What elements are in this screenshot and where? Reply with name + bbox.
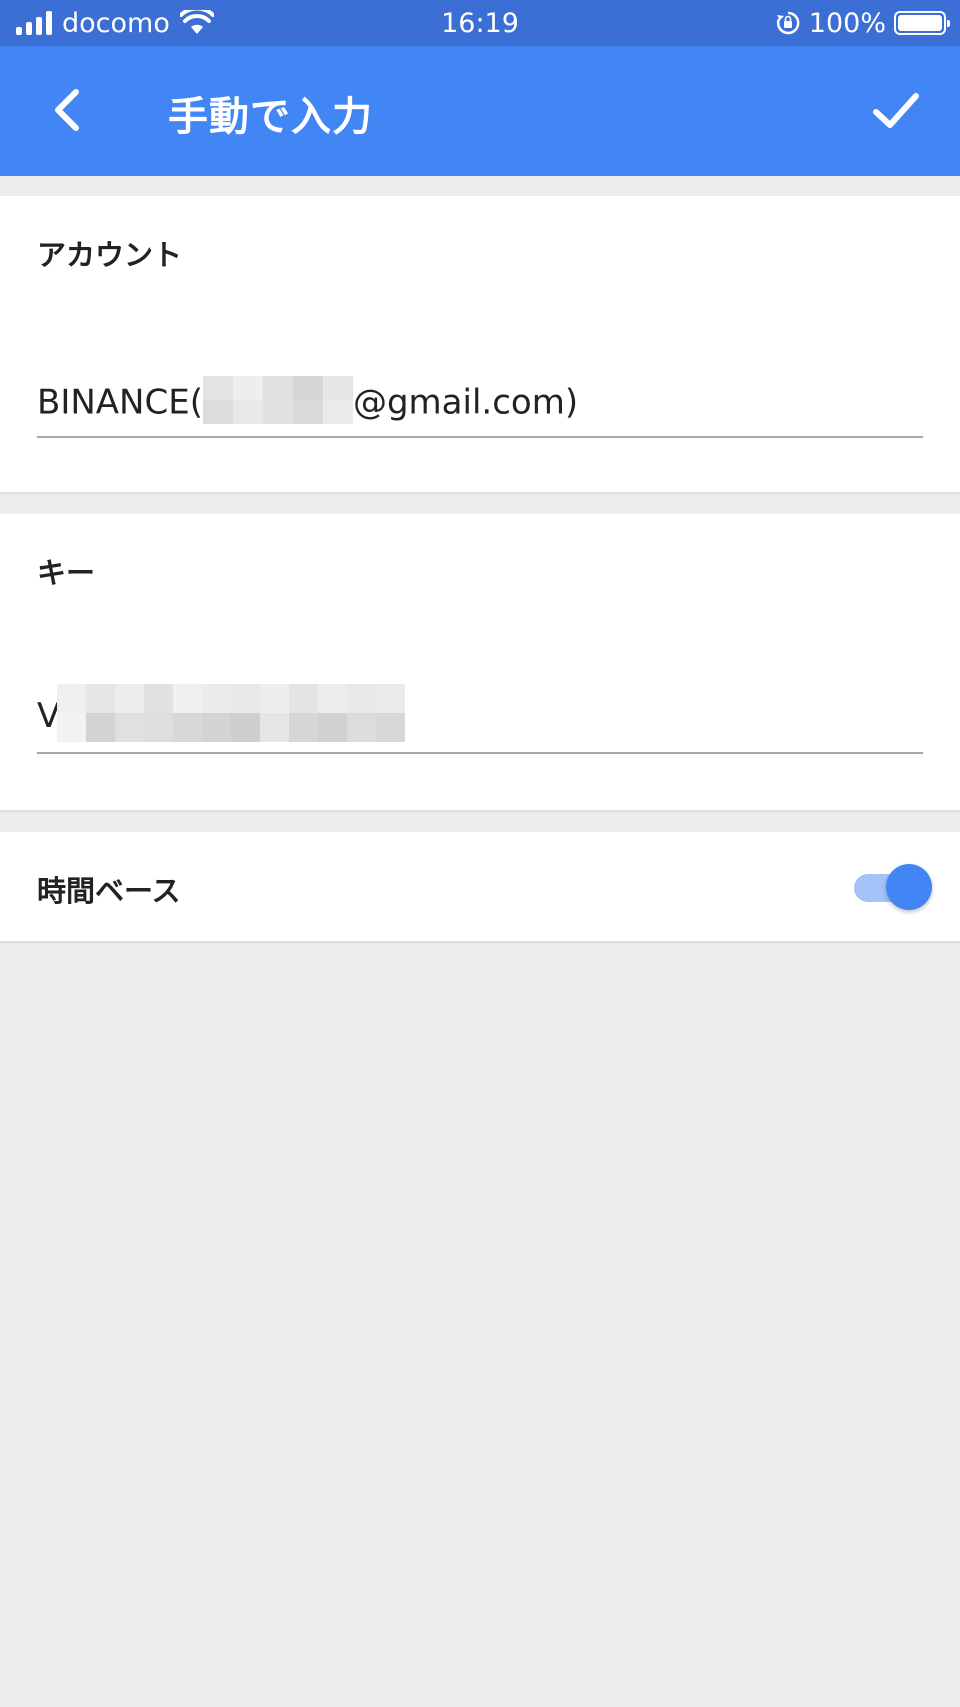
redaction-mask <box>202 376 353 424</box>
back-arrow-icon <box>55 89 79 131</box>
rotation-lock-icon <box>776 11 800 35</box>
key-redaction-mask <box>57 684 405 742</box>
signal-icon <box>16 11 52 35</box>
key-card: キー V <box>0 514 960 811</box>
confirm-button[interactable] <box>866 80 926 140</box>
battery-percent: 100% <box>808 7 886 39</box>
account-card: アカウント BINANCE( @gmail.com) <box>0 196 960 493</box>
account-value-redacted <box>202 376 353 428</box>
carrier-label: docomo <box>62 7 170 39</box>
status-bar: docomo 16:19 100% <box>0 0 960 46</box>
time-based-toggle[interactable] <box>846 862 932 912</box>
page-title: 手動で入力 <box>168 94 373 140</box>
back-button[interactable] <box>40 80 100 140</box>
key-field[interactable]: V <box>37 684 923 754</box>
account-label: アカウント <box>37 238 183 272</box>
key-label: キー <box>37 556 96 590</box>
toggle-thumb <box>886 864 932 910</box>
check-icon <box>873 93 919 128</box>
battery-icon <box>894 11 950 35</box>
wifi-icon <box>179 10 214 34</box>
status-bar-left: docomo <box>16 8 214 39</box>
account-value-prefix: BINANCE( <box>37 382 203 423</box>
account-value-suffix: @gmail.com) <box>352 382 579 423</box>
status-bar-right: 100% <box>775 7 950 39</box>
account-value: BINANCE( @gmail.com) <box>37 376 579 428</box>
account-field[interactable]: BINANCE( @gmail.com) <box>37 376 923 438</box>
time-based-card: 時間ベース <box>0 832 960 942</box>
time-based-label: 時間ベース <box>37 874 181 908</box>
app-bar: 手動で入力 <box>0 46 960 176</box>
